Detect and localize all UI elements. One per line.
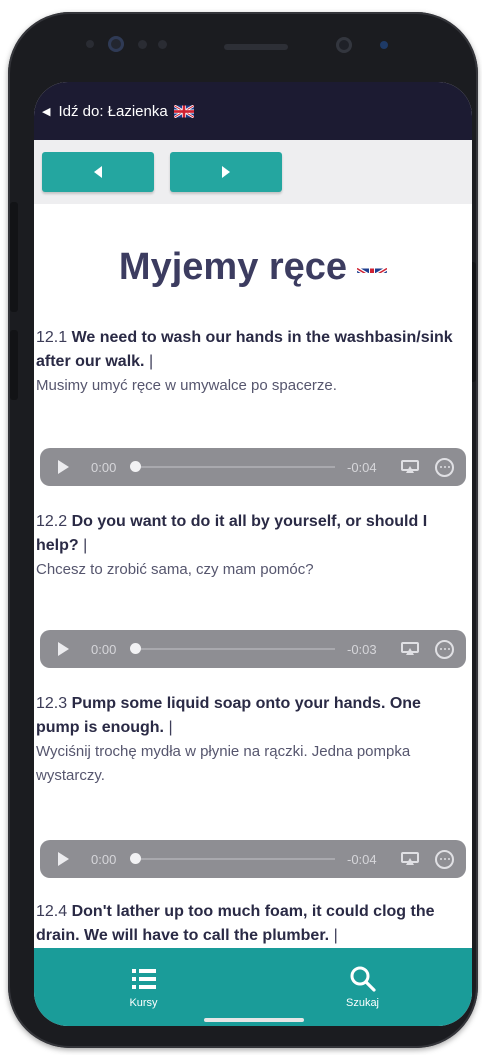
phrase-separator: | [148, 353, 154, 370]
audio-scrubber[interactable] [130, 643, 141, 654]
phrase-polish: Chcesz to zrobić sama, czy mam pomóc? [36, 561, 314, 578]
page-title-text: Myjemy ręce [118, 246, 348, 288]
lesson-navigation [34, 140, 472, 204]
audio-player[interactable]: 0:00 -0:04 [40, 448, 466, 486]
phrase-separator: | [168, 719, 173, 736]
title-bar: ◀ Idź do: Łazienka [34, 82, 472, 140]
phrase-entry: 12.1 We need to wash our hands in the wa… [36, 326, 468, 398]
audio-remaining-time: -0:04 [347, 851, 377, 867]
header-title: Idź do: Łazienka [58, 102, 168, 120]
audio-current-time: 0:00 [91, 851, 117, 867]
phrase-number: 12.2 [36, 513, 68, 530]
audio-scrubber[interactable] [130, 461, 141, 472]
nav-item-label: Szukaj [345, 997, 380, 1009]
phrase-entry: 12.4 Don't lather up too much foam, it c… [36, 900, 468, 948]
phrase-number: 12.1 [36, 329, 68, 346]
airplay-icon[interactable] [401, 642, 419, 656]
play-icon[interactable] [58, 460, 69, 474]
more-options-icon[interactable] [435, 457, 454, 477]
nav-item-courses[interactable]: Kursy [34, 948, 253, 1026]
play-icon[interactable] [58, 852, 69, 866]
volume-up-button [10, 202, 18, 312]
audio-player[interactable]: 0:00 -0:03 [40, 630, 466, 668]
nav-item-search[interactable]: Szukaj [253, 948, 472, 1026]
light-sensor-icon [380, 41, 388, 49]
lesson-content: Myjemy ręce 12.1 We need to wash our han [34, 204, 472, 948]
phrase-english: Pump some liquid soap onto your hands. O… [36, 695, 421, 736]
audio-remaining-time: -0:04 [347, 459, 377, 475]
uk-flag-icon [173, 104, 194, 118]
selfie-camera-icon [336, 37, 352, 53]
triangle-right-icon [222, 166, 230, 178]
iris-sensor-icon [138, 40, 147, 49]
phrase-number: 12.3 [36, 695, 68, 712]
phrase-entry: 12.2 Do you want to do it all by yoursel… [36, 510, 468, 582]
nav-item-label: Kursy [129, 997, 158, 1009]
phrase-english: Do you want to do it all by yourself, or… [36, 513, 428, 554]
top-bezel [8, 12, 478, 76]
airplay-icon[interactable] [401, 460, 419, 474]
volume-down-button [10, 330, 18, 400]
audio-current-time: 0:00 [91, 459, 117, 475]
audio-scrubber[interactable] [130, 853, 141, 864]
proximity-sensor-icon [86, 40, 94, 48]
play-icon[interactable] [58, 642, 69, 656]
audio-player[interactable]: 0:00 -0:04 [40, 840, 466, 878]
page-title: Myjemy ręce [34, 246, 472, 289]
list-icon [131, 965, 156, 993]
phrase-polish: Wyciśnij trochę mydła w płynie na rączki… [36, 743, 411, 784]
back-arrow-icon[interactable]: ◀ [42, 105, 50, 118]
phrase-english: We need to wash our hands in the washbas… [36, 329, 453, 370]
phrase-english: Don't lather up too much foam, it could … [36, 903, 435, 944]
app-screen: ◀ Idź do: Łazienka Myjemy ręce 12.1 We n… [34, 82, 472, 1026]
audio-progress-track[interactable] [130, 461, 335, 472]
search-icon [349, 965, 377, 993]
audio-remaining-time: -0:03 [347, 641, 377, 657]
phrase-separator: | [333, 927, 338, 944]
audio-current-time: 0:00 [91, 641, 117, 657]
bottom-navigation: Kursy Szukaj [34, 948, 472, 1026]
triangle-left-icon [94, 166, 102, 178]
more-options-icon[interactable] [435, 639, 454, 659]
front-camera-icon [108, 36, 124, 52]
uk-flag-icon [357, 254, 388, 273]
more-options-icon[interactable] [435, 849, 454, 869]
home-indicator[interactable] [204, 1018, 304, 1022]
earpiece-speaker [224, 44, 288, 50]
audio-progress-track[interactable] [130, 853, 335, 864]
audio-progress-track[interactable] [130, 643, 335, 654]
phrase-entry: 12.3 Pump some liquid soap onto your han… [36, 692, 468, 788]
phone-frame: ◀ Idź do: Łazienka Myjemy ręce 12.1 We n… [8, 12, 478, 1048]
airplay-icon[interactable] [401, 852, 419, 866]
phrase-separator: | [83, 537, 88, 554]
previous-button[interactable] [42, 152, 154, 192]
iris-led-icon [158, 40, 167, 49]
phrase-polish: Musimy umyć ręce w umywalce po spacerze. [36, 377, 337, 394]
phrase-number: 12.4 [36, 903, 68, 920]
next-button[interactable] [170, 152, 282, 192]
